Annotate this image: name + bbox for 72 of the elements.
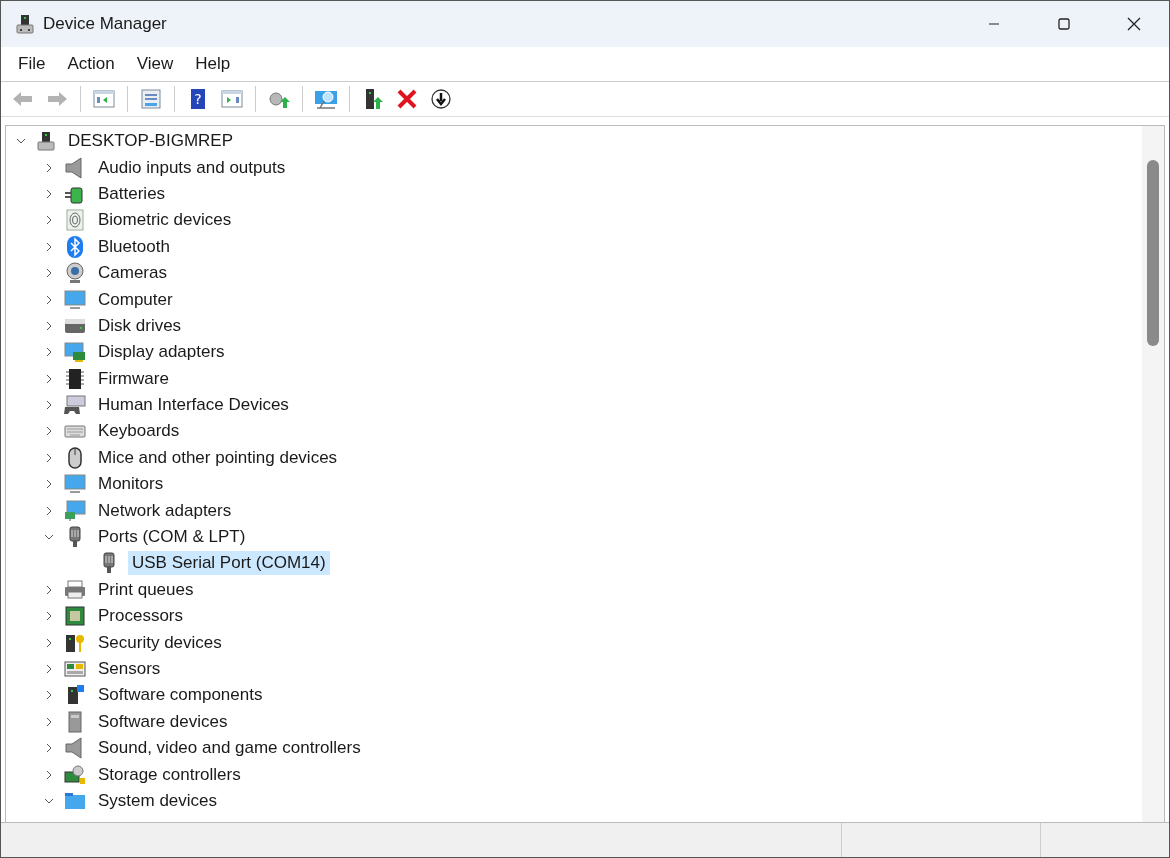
tree-item[interactable]: Monitors <box>94 472 168 497</box>
bluetooth-icon <box>64 235 86 258</box>
monitor-icon <box>64 473 86 496</box>
tree-item[interactable]: Audio inputs and outputs <box>94 155 290 180</box>
chevron-icon[interactable] <box>44 162 54 173</box>
tree-item[interactable]: Sensors <box>94 657 165 681</box>
chevron-icon[interactable] <box>44 320 54 331</box>
chevron-icon[interactable] <box>44 505 54 516</box>
display-card-icon <box>64 341 86 364</box>
chevron-icon[interactable] <box>44 452 54 463</box>
window-title: Device Manager <box>43 14 167 34</box>
chevron-icon[interactable] <box>44 373 54 384</box>
tree-item[interactable]: Batteries <box>94 181 170 206</box>
chevron-icon[interactable] <box>44 611 54 622</box>
chevron-icon[interactable] <box>44 584 54 595</box>
tree-item[interactable]: Storage controllers <box>94 762 245 787</box>
sensor-panel-icon <box>64 658 86 680</box>
processor-icon <box>64 605 86 628</box>
chevron-icon[interactable] <box>44 268 54 279</box>
menu-item[interactable]: Action <box>56 50 126 78</box>
monitor-icon <box>64 288 86 311</box>
computer-tower-icon <box>15 14 35 34</box>
close-icon <box>1127 17 1141 31</box>
tree-item[interactable]: Keyboards <box>94 419 184 444</box>
computer-tower-icon <box>36 131 56 152</box>
tree-item[interactable]: Disk drives <box>94 313 186 338</box>
tree-item[interactable]: Cameras <box>94 261 171 286</box>
scrollbar[interactable] <box>1142 126 1164 822</box>
chevron-icon[interactable] <box>44 241 54 252</box>
storage-card-icon <box>64 763 86 786</box>
menu-item[interactable]: File <box>7 50 57 78</box>
printer-icon <box>64 578 86 601</box>
maximize-icon <box>1058 18 1070 30</box>
tree-item[interactable]: Firmware <box>94 366 173 391</box>
tree-item[interactable]: USB Serial Port (COM14) <box>128 551 330 576</box>
network-monitor-icon <box>64 499 86 522</box>
chevron-icon[interactable] <box>44 769 54 780</box>
fingerprint-icon <box>64 209 86 232</box>
webcam-icon <box>64 262 86 285</box>
tree-item[interactable]: DESKTOP-BIGMREP <box>64 129 237 154</box>
tree-item[interactable]: Biometric devices <box>94 208 236 233</box>
tree-item[interactable]: Ports (COM & LPT) <box>94 525 250 550</box>
menu-item[interactable]: Help <box>184 50 242 78</box>
tree-item[interactable]: Processors <box>94 604 188 629</box>
chevron-icon[interactable] <box>44 188 54 199</box>
keyboard-gamepad-icon <box>64 394 86 417</box>
chevron-icon[interactable] <box>44 690 54 701</box>
tree-item[interactable]: Print queues <box>94 577 198 602</box>
tree-item[interactable]: Bluetooth <box>94 234 174 259</box>
scrollbar-thumb[interactable] <box>1147 160 1159 346</box>
chevron-icon[interactable] <box>44 637 54 648</box>
chevron-icon[interactable] <box>44 664 54 674</box>
tree-item[interactable]: Human Interface Devices <box>94 393 293 418</box>
chip-icon <box>64 367 86 390</box>
tree-item[interactable]: System devices <box>94 788 222 813</box>
chevron-icon[interactable] <box>44 400 54 411</box>
chevron-icon[interactable] <box>44 294 54 305</box>
chevron-icon[interactable] <box>44 479 54 490</box>
chevron-icon[interactable] <box>44 743 54 754</box>
chevron-icon[interactable] <box>44 716 54 727</box>
chevron-icon[interactable] <box>44 426 54 437</box>
tree-item[interactable]: Sound, video and game controllers <box>94 736 365 761</box>
tree-item[interactable]: Mice and other pointing devices <box>94 445 342 470</box>
tree-item[interactable]: Network adapters <box>94 498 236 523</box>
tree-item[interactable]: Software devices <box>94 709 232 734</box>
tree-item[interactable]: Display adapters <box>94 340 229 365</box>
tree-item[interactable]: Software components <box>94 683 267 708</box>
tree-item[interactable]: Computer <box>94 287 177 312</box>
chevron-icon[interactable] <box>44 347 54 358</box>
tree-item[interactable]: Security devices <box>94 630 226 655</box>
menu-item[interactable]: View <box>125 50 185 78</box>
chevron-icon[interactable] <box>44 215 54 226</box>
